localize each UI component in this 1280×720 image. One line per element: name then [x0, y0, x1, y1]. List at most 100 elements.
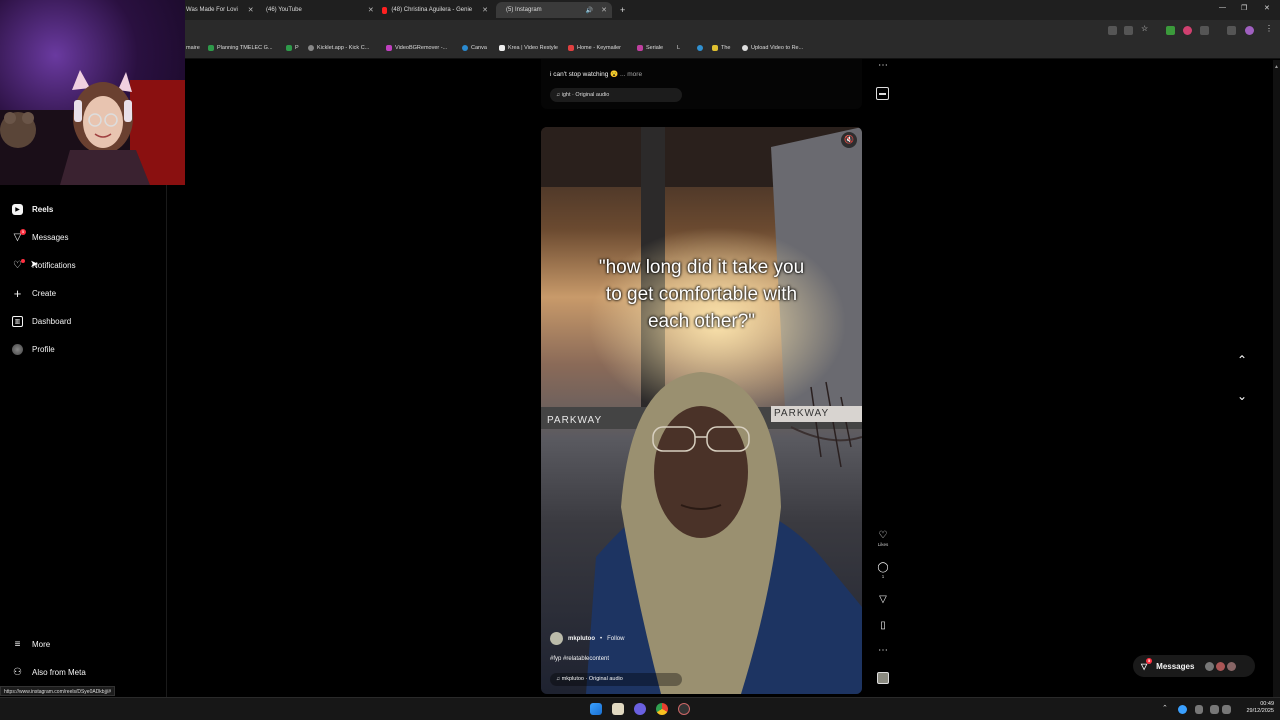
new-tab-button[interactable]: +: [614, 2, 631, 18]
canva-icon: [462, 45, 468, 51]
restore-icon[interactable]: ❐: [1241, 4, 1247, 12]
bookmark[interactable]: Upload Video to Re...: [742, 45, 803, 51]
messages-badge: 5: [20, 228, 26, 235]
windows-start-icon[interactable]: [590, 703, 602, 715]
bookmark[interactable]: Krea | Video Restyle: [499, 45, 558, 51]
more-link[interactable]: ... more: [620, 71, 642, 78]
page-scrollbar[interactable]: ▲: [1273, 60, 1280, 697]
bookmark[interactable]: The: [712, 45, 730, 51]
messages-pill[interactable]: ▽ 5 Messages: [1133, 655, 1255, 677]
minimize-icon[interactable]: —: [1219, 4, 1226, 11]
chevron-up-icon: ⌃: [1236, 353, 1248, 367]
tab-instagram[interactable]: (5) Instagram 🔊 ✕: [496, 2, 612, 18]
scroll-up-icon[interactable]: ▲: [1274, 64, 1279, 70]
audio-thumbnail[interactable]: [877, 672, 889, 684]
discord-icon[interactable]: [634, 703, 646, 715]
status-bar-url: https://www.instagram.com/reels/DSye0ADk…: [0, 686, 115, 696]
bookmark[interactable]: Kicklet.app - Kick C...: [308, 45, 369, 51]
close-tab-icon[interactable]: ✕: [482, 6, 488, 14]
extensions-icon[interactable]: [1200, 26, 1209, 35]
share-button[interactable]: ▽: [877, 594, 889, 605]
obs-icon[interactable]: [678, 703, 690, 715]
tab-christina[interactable]: (48) Christina Aguilera - Genie ✕: [376, 2, 494, 18]
overlay-text-line: to get comfortable with: [605, 284, 798, 305]
tab-lovi[interactable]: Was Made For Lovi ✕: [180, 2, 256, 18]
avatar[interactable]: [550, 632, 563, 645]
bookmark[interactable]: [697, 45, 703, 51]
more-options-icon[interactable]: ⋯: [877, 645, 889, 656]
close-tab-icon[interactable]: ✕: [248, 6, 254, 14]
send-icon: ▽: [879, 594, 887, 605]
previous-reel-caption: i can't stop watching 😮 ... more ♫ ight …: [541, 59, 862, 109]
extension-heart-icon[interactable]: [1183, 26, 1192, 35]
file-explorer-icon[interactable]: [612, 703, 624, 715]
microphone-icon[interactable]: [1195, 705, 1203, 714]
like-button[interactable]: ♡ Likes: [877, 530, 889, 547]
profile-switch-icon[interactable]: [1227, 26, 1236, 35]
plus-icon: +: [13, 285, 22, 301]
browser-tab-bar: Was Made For Lovi ✕ (46) YouTube ✕ (48) Ch…: [0, 0, 1280, 20]
reel-audio-pill[interactable]: ♫ mkplutoo · Original audio: [550, 673, 682, 686]
close-window-icon[interactable]: ✕: [1264, 4, 1270, 12]
close-tab-icon[interactable]: ✕: [601, 6, 607, 14]
tab-youtube[interactable]: (46) YouTube ✕: [256, 2, 374, 18]
bookmark[interactable]: Planning TMELEC G...: [208, 45, 273, 51]
volume-icon[interactable]: [1222, 705, 1231, 714]
reels-icon: ▶: [12, 203, 23, 215]
sidebar-item-also-from-meta[interactable]: ⚇ Also from Meta: [12, 664, 86, 680]
previous-reel-button[interactable]: ⌃: [1231, 349, 1253, 371]
parkway-sign-right: PARKWAY: [771, 406, 862, 422]
profile-avatar-icon[interactable]: [1245, 26, 1254, 35]
close-tab-icon[interactable]: ✕: [368, 6, 374, 14]
bookmark[interactable]: Home - Keymailer: [568, 45, 621, 51]
reel-video[interactable]: PARKWAY PARKWAY "how long did it take yo…: [541, 127, 862, 694]
translate-icon[interactable]: [1124, 26, 1133, 35]
more-options-icon[interactable]: ⋯: [877, 60, 889, 71]
next-reel-button[interactable]: ⌄: [1231, 385, 1253, 407]
follow-button[interactable]: Follow: [607, 636, 624, 642]
bookmark[interactable]: VideoBGRemover -...: [386, 45, 447, 51]
tray-app-icon[interactable]: [1178, 705, 1187, 714]
cast-icon[interactable]: [1108, 26, 1117, 35]
bookmark[interactable]: Canva: [462, 45, 487, 51]
messages-icon: ▽ 5: [1141, 657, 1153, 671]
comment-button[interactable]: ◯ 1: [877, 562, 889, 579]
tray-chevron-icon[interactable]: ⌃: [1162, 704, 1168, 712]
star-icon[interactable]: ☆: [1141, 24, 1150, 33]
sidebar-item-notifications[interactable]: ♡ Notifications: [12, 257, 76, 273]
extension-shield-icon[interactable]: [1166, 26, 1175, 35]
sidebar-item-reels[interactable]: ▶ Reels: [12, 201, 53, 217]
bookmark[interactable]: L: [677, 45, 680, 51]
bookmark[interactable]: Seriale: [637, 45, 663, 51]
reel-author: mkplutoo • Follow: [550, 632, 624, 645]
save-button[interactable]: ▯: [877, 620, 889, 631]
parkway-sign-left: PARKWAY: [547, 415, 603, 426]
system-clock[interactable]: 00:49 29/12/2025: [1234, 701, 1274, 715]
sidebar-item-more[interactable]: ≡ More: [12, 636, 51, 652]
music-note-icon: ♫: [556, 92, 561, 98]
bookmark[interactable]: P: [286, 45, 299, 51]
keymailer-icon: [568, 45, 574, 51]
author-username[interactable]: mkplutoo: [568, 636, 595, 642]
upload-icon: [742, 45, 748, 51]
bookmark[interactable]: maire: [186, 45, 200, 51]
menu-kebab-icon[interactable]: ⋮: [1265, 24, 1274, 33]
previous-audio-pill[interactable]: ♫ ight · Original audio: [550, 88, 682, 102]
bookmarks-bar: maire Planning TMELEC G... P Kicklet.app…: [0, 42, 1280, 59]
streamer-webcam-image: [0, 70, 185, 185]
chrome-icon[interactable]: [656, 703, 668, 715]
previous-audio-thumbnail[interactable]: [876, 87, 889, 100]
speaker-icon[interactable]: 🔊: [586, 7, 593, 14]
sidebar-item-dashboard[interactable]: ▥ Dashboard: [12, 313, 71, 329]
comment-icon: ◯: [877, 562, 889, 573]
sidebar-item-messages[interactable]: ▽ 5 Messages: [12, 228, 68, 245]
bookmark-icon: ▯: [880, 620, 886, 631]
sidebar-item-create[interactable]: + Create: [12, 285, 56, 301]
heart-icon: ♡: [12, 258, 25, 271]
dashboard-icon: ▥: [12, 315, 23, 327]
avatar: [1216, 661, 1226, 671]
reel-caption[interactable]: #fyp #relatablecontent: [550, 656, 609, 662]
network-icon[interactable]: [1210, 705, 1219, 714]
mute-toggle-icon[interactable]: 🔇: [841, 132, 857, 148]
sidebar-item-profile[interactable]: Profile: [12, 341, 55, 357]
